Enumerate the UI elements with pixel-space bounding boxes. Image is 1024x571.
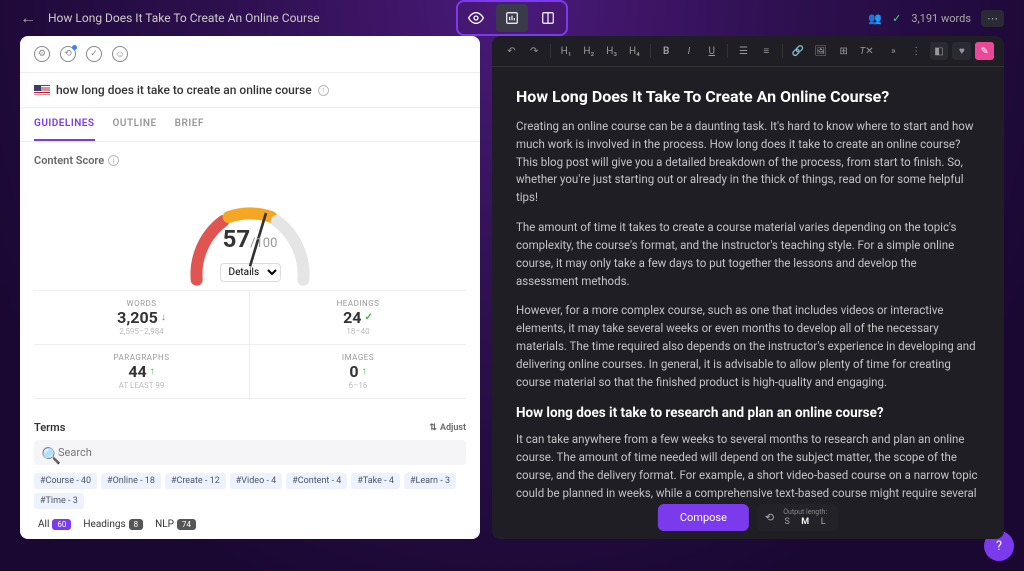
- score-gauge: 57/100: [170, 173, 330, 263]
- terms-title: Terms: [34, 421, 65, 434]
- link-icon[interactable]: ⟲: [60, 46, 76, 62]
- hash-tag[interactable]: #Create - 12: [165, 473, 226, 489]
- image-button[interactable]: 🖼: [812, 42, 831, 60]
- hash-tag[interactable]: #Content - 4: [286, 473, 347, 489]
- editor-p3: However, for a more complex course, such…: [516, 302, 980, 391]
- compose-controls: ⟲ Output length: S M L: [757, 504, 838, 531]
- preview-mode-button[interactable]: [460, 4, 492, 32]
- h2-button[interactable]: H₂: [579, 42, 598, 60]
- editor-h1: How Long Does It Take To Create An Onlin…: [516, 87, 980, 106]
- toolbar-user[interactable]: ✎: [975, 42, 994, 60]
- ol-button[interactable]: ≡: [757, 42, 776, 60]
- check-icon[interactable]: ✓: [86, 46, 102, 62]
- italic-button[interactable]: I: [680, 42, 699, 60]
- collaborators-icon[interactable]: 👥: [868, 12, 882, 25]
- editor-content[interactable]: How Long Does It Take To Create An Onlin…: [492, 67, 1004, 539]
- document-title: How Long Does It Take To Create An Onlin…: [48, 11, 320, 25]
- toolbar-extra-2[interactable]: ⋮: [907, 42, 926, 60]
- more-menu-button[interactable]: ⋯: [981, 10, 1004, 27]
- word-count: 3,191 words: [911, 12, 971, 25]
- compose-button[interactable]: Compose: [658, 504, 749, 531]
- table-button[interactable]: ⊞: [834, 42, 853, 60]
- h3-button[interactable]: H₃: [602, 42, 621, 60]
- tab-brief[interactable]: BRIEF: [175, 108, 204, 141]
- link-button[interactable]: 🔗: [789, 42, 808, 60]
- split-mode-button[interactable]: [532, 4, 564, 32]
- tab-guidelines[interactable]: GUIDELINES: [34, 108, 95, 141]
- analytics-mode-button[interactable]: [496, 4, 528, 32]
- stat-paragraphs: PARAGRAPHS 44↑ AT LEAST 99: [34, 345, 250, 399]
- editor-p2: The amount of time it takes to create a …: [516, 219, 980, 290]
- underline-button[interactable]: U: [702, 42, 721, 60]
- size-s[interactable]: S: [780, 517, 794, 527]
- tab-outline[interactable]: OUTLINE: [113, 108, 157, 141]
- adjust-button[interactable]: ⇅ Adjust: [429, 423, 466, 433]
- hash-tag[interactable]: #Time - 3: [34, 493, 84, 509]
- bold-button[interactable]: B: [657, 42, 676, 60]
- view-mode-switcher: [456, 0, 568, 36]
- stat-images: IMAGES 0↑ 6–16: [250, 345, 466, 399]
- editor-panel: ↶ ↷ H₁ H₂ H₃ H₄ B I U ☰ ≡ 🔗 🖼 ⊞ T✕ » ⋮ ◧…: [492, 36, 1004, 539]
- filter-nlp[interactable]: NLP 74: [151, 517, 200, 532]
- guidelines-panel: ⚙ ⟲ ✓ ☺ how long does it take to create …: [20, 36, 480, 539]
- filter-headings[interactable]: Headings 8: [79, 517, 147, 532]
- score-info-icon[interactable]: i: [108, 155, 119, 166]
- size-l[interactable]: L: [816, 517, 830, 527]
- content-score-label: Content Score: [34, 154, 104, 167]
- hash-tag[interactable]: #Learn - 3: [404, 473, 456, 489]
- redo-button[interactable]: ↷: [525, 42, 544, 60]
- toolbar-extra-1[interactable]: »: [884, 42, 903, 60]
- us-flag-icon: [34, 85, 50, 96]
- undo-button[interactable]: ↶: [502, 42, 521, 60]
- saved-check-icon: ✓: [892, 12, 901, 25]
- toolbar-box-2[interactable]: ♥: [952, 42, 971, 60]
- back-button[interactable]: ←: [20, 8, 36, 28]
- editor-p4: It can take anywhere from a few weeks to…: [516, 431, 980, 502]
- hash-tag[interactable]: #Online - 18: [101, 473, 161, 489]
- search-icon: 🔍: [41, 446, 61, 465]
- settings-icon[interactable]: ⚙: [34, 46, 50, 62]
- query-info-icon[interactable]: i: [318, 85, 329, 96]
- size-m[interactable]: M: [798, 517, 812, 527]
- query-text: how long does it take to create an onlin…: [56, 83, 312, 97]
- editor-p1: Creating an online course can be a daunt…: [516, 118, 980, 207]
- hash-tag[interactable]: #Video - 4: [230, 473, 282, 489]
- ul-button[interactable]: ☰: [734, 42, 753, 60]
- h1-button[interactable]: H₁: [557, 42, 576, 60]
- hash-tag[interactable]: #Take - 4: [351, 473, 400, 489]
- filter-all[interactable]: All 60: [34, 517, 75, 532]
- clear-format-button[interactable]: T✕: [857, 42, 876, 60]
- editor-h2: How long does it take to research and pl…: [516, 405, 980, 421]
- regenerate-icon[interactable]: ⟲: [765, 511, 774, 524]
- terms-search-input[interactable]: [34, 440, 466, 465]
- emoji-icon[interactable]: ☺: [112, 46, 128, 62]
- toolbar-box-1[interactable]: ◧: [930, 42, 949, 60]
- hash-tag[interactable]: #Course - 40: [34, 473, 97, 489]
- h4-button[interactable]: H₄: [625, 42, 644, 60]
